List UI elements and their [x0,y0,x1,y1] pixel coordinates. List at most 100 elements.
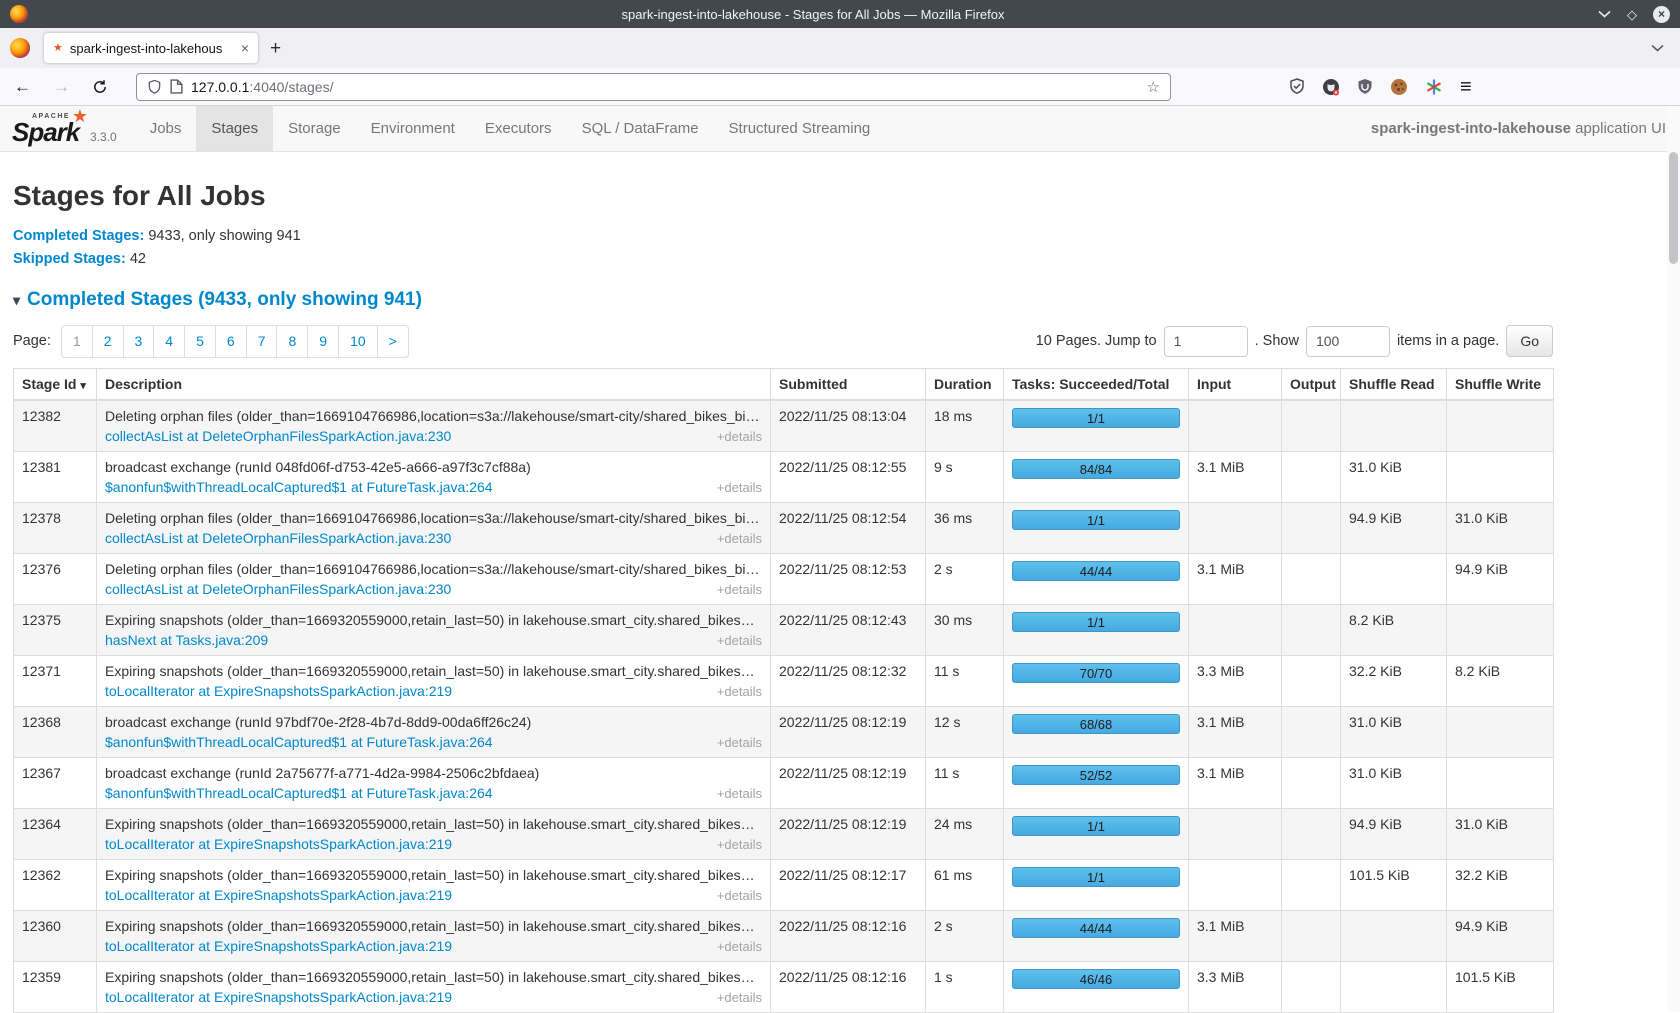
window-close-button[interactable]: × [1653,6,1670,23]
details-toggle[interactable]: +details [709,735,762,750]
tracking-shield-icon[interactable] [147,79,162,95]
completed-stages-section-toggle[interactable]: ▾ Completed Stages (9433, only showing 9… [13,289,1553,311]
details-toggle[interactable]: +details [709,990,762,1005]
shuffle-write-cell: 31.0 KiB [1447,808,1554,859]
tasks-progress-bar: 84/84 [1012,459,1180,479]
stage-callsite-link[interactable]: $anonfun$withThreadLocalCaptured$1 at Fu… [105,479,493,495]
completed-stages-link[interactable]: Completed Stages: [13,228,144,244]
extension-ublock-icon[interactable] [1357,78,1373,95]
new-tab-button[interactable]: + [270,39,281,58]
details-toggle[interactable]: +details [709,429,762,444]
page-button-10[interactable]: 10 [338,325,378,358]
stage-callsite-link[interactable]: toLocalIterator at ExpireSnapshotsSparkA… [105,887,452,903]
details-toggle[interactable]: +details [709,939,762,954]
page-button-7[interactable]: 7 [246,325,278,358]
scrollbar-thumb[interactable] [1669,152,1678,264]
table-row: 12376 Deleting orphan files (older_than=… [14,553,1554,604]
tab-close-icon[interactable]: × [241,40,249,56]
page-button-6[interactable]: 6 [215,325,247,358]
input-cell: 3.1 MiB [1189,706,1282,757]
nav-tab-structured-streaming[interactable]: Structured Streaming [714,106,886,151]
page-button-next[interactable]: > [377,325,409,358]
browser-tab[interactable]: ★ spark-ingest-into-lakehous × [44,33,258,63]
column-header-shuffle-write[interactable]: Shuffle Write [1447,368,1554,400]
extension-asterisk-icon[interactable] [1425,78,1443,96]
nav-tab-storage[interactable]: Storage [273,106,356,151]
column-header-stage-id[interactable]: Stage Id ▾ [14,368,97,400]
page-button-3[interactable]: 3 [123,325,155,358]
column-header-duration[interactable]: Duration [926,368,1004,400]
reload-icon[interactable] [92,79,108,95]
stage-callsite-link[interactable]: collectAsList at DeleteOrphanFilesSparkA… [105,581,451,597]
column-header-shuffle-read[interactable]: Shuffle Read [1341,368,1447,400]
jump-to-page-input[interactable] [1164,326,1248,357]
column-header-submitted[interactable]: Submitted [771,368,926,400]
column-header-output[interactable]: Output [1282,368,1341,400]
details-toggle[interactable]: +details [709,837,762,852]
menu-icon[interactable]: ≡ [1460,77,1472,97]
output-cell [1282,604,1341,655]
nav-tab-jobs[interactable]: Jobs [135,106,197,151]
column-header-tasks[interactable]: Tasks: Succeeded/Total [1004,368,1189,400]
tasks-cell: 68/68 [1004,706,1189,757]
stages-table: Stage Id ▾ Description Submitted Duratio… [13,368,1554,1013]
skipped-stages-link[interactable]: Skipped Stages: [13,251,126,267]
nav-tab-sql-dataframe[interactable]: SQL / DataFrame [567,106,714,151]
page-scrollbar[interactable] [1667,106,1680,1012]
tasks-cell: 1/1 [1004,502,1189,553]
input-cell: 3.1 MiB [1189,757,1282,808]
list-tabs-chevron-icon[interactable] [1651,44,1664,52]
forward-button[interactable]: → [53,78,70,95]
page-button-4[interactable]: 4 [153,325,185,358]
details-toggle[interactable]: +details [709,531,762,546]
page-button-8[interactable]: 8 [276,325,308,358]
page-button-2[interactable]: 2 [92,325,124,358]
page-button-5[interactable]: 5 [184,325,216,358]
stage-callsite-link[interactable]: toLocalIterator at ExpireSnapshotsSparkA… [105,683,452,699]
go-button[interactable]: Go [1506,325,1553,357]
stage-callsite-link[interactable]: $anonfun$withThreadLocalCaptured$1 at Fu… [105,785,493,801]
output-cell [1282,451,1341,502]
bookmark-star-icon[interactable]: ☆ [1147,78,1160,96]
details-toggle[interactable]: +details [709,633,762,648]
page-button-9[interactable]: 9 [307,325,339,358]
shuffle-write-cell: 94.9 KiB [1447,553,1554,604]
spark-logo[interactable]: APACHE Spark ★ 3.3.0 [0,106,135,151]
section-title: Completed Stages (9433, only showing 941… [27,289,422,311]
nav-tab-stages[interactable]: Stages [196,106,273,151]
shuffle-read-cell [1341,553,1447,604]
details-toggle[interactable]: +details [709,480,762,495]
submitted-cell: 2022/11/25 08:12:54 [771,502,926,553]
extension-shield-check-icon[interactable] [1289,78,1305,95]
details-toggle[interactable]: +details [709,684,762,699]
page-info-icon[interactable] [170,79,183,94]
sort-desc-icon: ▾ [80,380,86,392]
nav-tab-environment[interactable]: Environment [356,106,470,151]
items-per-page-input[interactable] [1306,326,1390,357]
back-button[interactable]: ← [14,78,31,95]
table-row: 12364 Expiring snapshots (older_than=166… [14,808,1554,859]
page-button-1[interactable]: 1 [61,325,93,358]
stage-callsite-link[interactable]: toLocalIterator at ExpireSnapshotsSparkA… [105,989,452,1005]
tasks-cell: 44/44 [1004,910,1189,961]
column-header-description[interactable]: Description [97,368,771,400]
details-toggle[interactable]: +details [709,888,762,903]
url-bar[interactable]: 127.0.0.1:4040/stages/ ☆ [136,73,1171,101]
stage-callsite-link[interactable]: toLocalIterator at ExpireSnapshotsSparkA… [105,836,452,852]
stage-callsite-link[interactable]: $anonfun$withThreadLocalCaptured$1 at Fu… [105,734,493,750]
window-minimize-button[interactable] [1598,10,1611,18]
stage-callsite-link[interactable]: toLocalIterator at ExpireSnapshotsSparkA… [105,938,452,954]
extension-cookie-icon[interactable] [1390,78,1408,96]
details-toggle[interactable]: +details [709,786,762,801]
input-cell [1189,808,1282,859]
window-maximize-button[interactable]: ◇ [1627,8,1637,21]
extension-mask-icon[interactable] [1322,78,1340,96]
stage-callsite-link[interactable]: hasNext at Tasks.java:209 [105,632,268,648]
submitted-cell: 2022/11/25 08:12:55 [771,451,926,502]
nav-tab-executors[interactable]: Executors [470,106,567,151]
column-header-input[interactable]: Input [1189,368,1282,400]
stage-callsite-link[interactable]: collectAsList at DeleteOrphanFilesSparkA… [105,530,451,546]
spark-favicon-icon: ★ [53,43,63,54]
details-toggle[interactable]: +details [709,582,762,597]
stage-callsite-link[interactable]: collectAsList at DeleteOrphanFilesSparkA… [105,428,451,444]
